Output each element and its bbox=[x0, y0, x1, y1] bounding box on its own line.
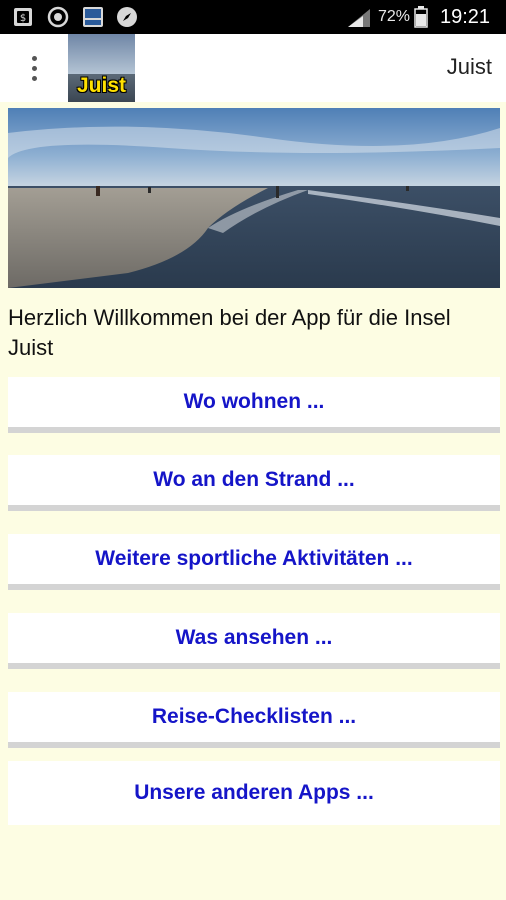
menu-button-wo-an-den-strand[interactable]: Wo an den Strand ... bbox=[8, 455, 500, 519]
menu-button-andere-apps[interactable]: Unsere anderen Apps ... bbox=[8, 761, 500, 825]
battery-percent: 72% bbox=[378, 8, 411, 25]
status-bar: $ 72% 19:21 bbox=[0, 0, 506, 34]
battery-icon bbox=[414, 6, 428, 28]
menu-button-wo-wohnen[interactable]: Wo wohnen ... bbox=[8, 377, 500, 441]
hero-beach-image bbox=[8, 108, 500, 288]
menu-button-sportliche-aktivitaeten[interactable]: Weitere sportliche Aktivitäten ... bbox=[8, 534, 500, 598]
sim-icon: $ bbox=[14, 8, 32, 26]
signal-icon bbox=[348, 9, 370, 27]
sync-icon bbox=[47, 6, 69, 28]
welcome-text: Herzlich Willkommen bei der App für die … bbox=[8, 305, 451, 360]
page-title: Juist bbox=[446, 54, 492, 79]
newspaper-app-icon bbox=[83, 7, 103, 27]
clock: 19:21 bbox=[440, 6, 491, 28]
menu-button-reise-checklisten[interactable]: Reise-Checklisten ... bbox=[8, 692, 500, 756]
action-bar: Juist Juist bbox=[0, 34, 506, 102]
menu-button-was-ansehen[interactable]: Was ansehen ... bbox=[8, 613, 500, 677]
overflow-menu-icon[interactable] bbox=[22, 50, 46, 86]
compass-icon bbox=[117, 7, 137, 27]
app-logo-text: Juist bbox=[76, 74, 126, 97]
app-logo: Juist bbox=[68, 34, 135, 102]
svg-text:$: $ bbox=[20, 13, 26, 24]
